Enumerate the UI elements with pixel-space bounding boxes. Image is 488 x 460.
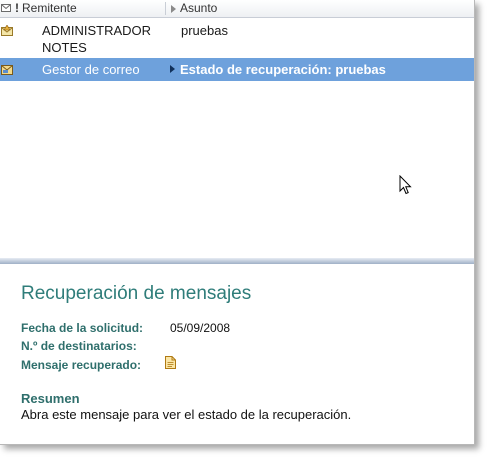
recovered-message-label: Mensaje recuperado:: [21, 358, 142, 372]
subject-column-label: Asunto: [180, 1, 218, 15]
request-date-label: Fecha de la solicitud:: [21, 321, 144, 335]
importance-column-header[interactable]: !: [15, 1, 19, 16]
message-sender: ADMINISTRADOR NOTES: [42, 23, 152, 55]
recipients-count-label: N.º de destinatarios:: [21, 339, 137, 353]
message-row[interactable]: ADMINISTRADOR NOTES pruebas: [0, 19, 474, 57]
mouse-pointer-icon: [399, 174, 412, 198]
recall-envelope-icon: [1, 63, 13, 75]
summary-text: Abra este mensaje para ver el estado de …: [21, 407, 352, 422]
message-subject: Estado de recuperación: pruebas: [180, 62, 386, 77]
document-icon[interactable]: [165, 356, 176, 372]
column-divider[interactable]: [165, 2, 166, 15]
message-sender: Gestor de correo: [42, 62, 140, 77]
message-row-selected[interactable]: Gestor de correo Estado de recuperación:…: [0, 58, 474, 81]
preview-pane: Recuperación de mensajes Fecha de la sol…: [0, 264, 474, 444]
mail-window: ! Remitente Asunto ADMINISTRADOR NOTES p…: [0, 0, 475, 445]
sort-triangle-icon: [171, 4, 176, 13]
column-header: ! Remitente Asunto: [0, 0, 474, 18]
selected-row-arrow-icon: [170, 65, 175, 73]
summary-heading: Resumen: [21, 391, 80, 406]
envelope-warning-icon: [1, 24, 13, 36]
preview-title: Recuperación de mensajes: [21, 283, 252, 304]
sender-column-header[interactable]: Remitente: [22, 1, 77, 16]
subject-column-header[interactable]: Asunto: [171, 1, 217, 16]
envelope-column-icon[interactable]: [1, 1, 11, 16]
message-subject: pruebas: [181, 23, 228, 38]
request-date-value: 05/09/2008: [170, 321, 231, 335]
